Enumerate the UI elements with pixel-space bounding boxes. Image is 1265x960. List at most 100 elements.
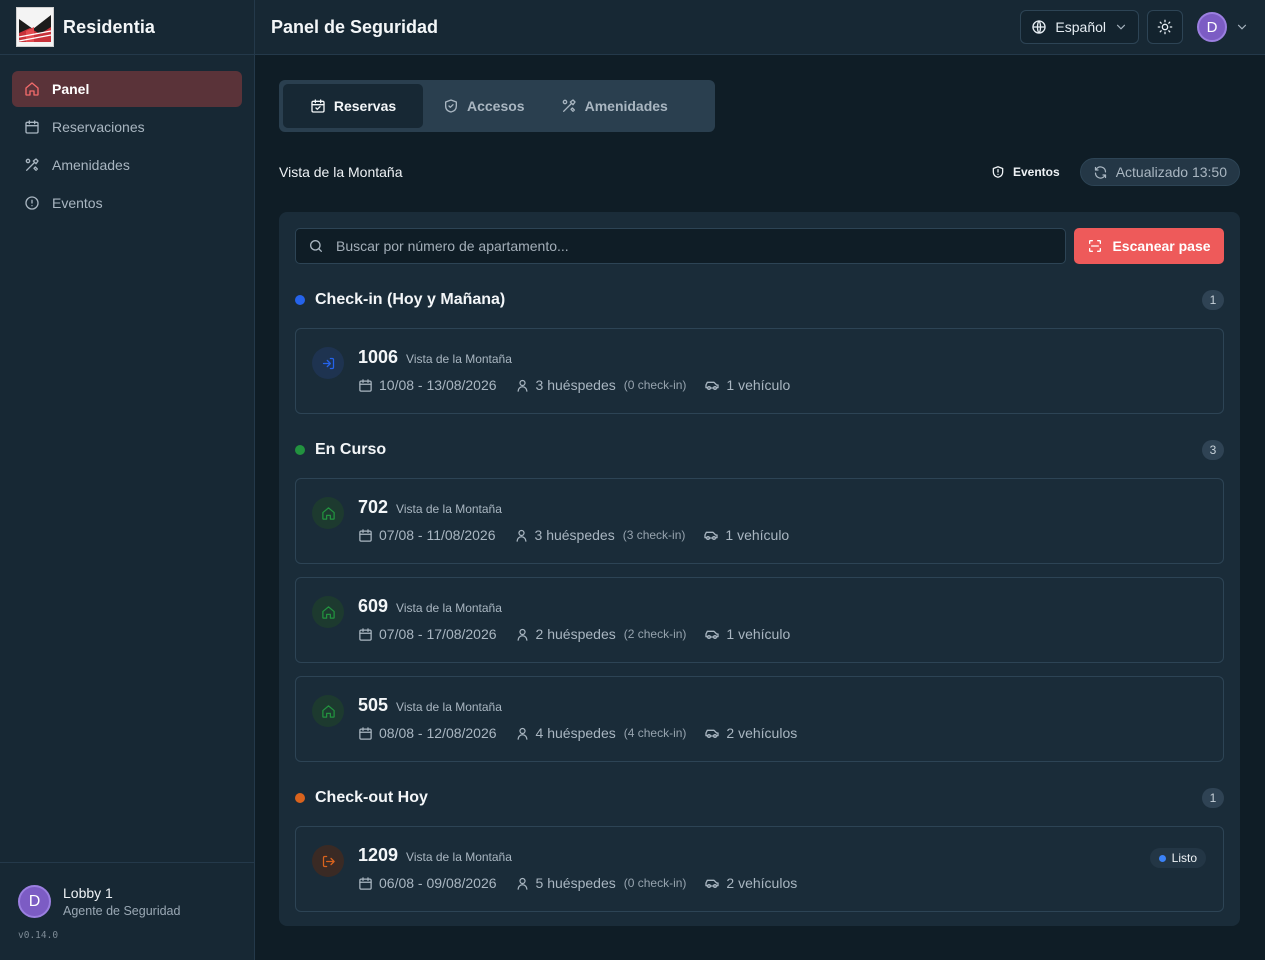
app-version: v0.14.0 (18, 930, 59, 941)
residentia-logo-icon (16, 7, 54, 47)
complex-name: Vista de la Montaña (396, 502, 502, 516)
home-icon (321, 605, 335, 619)
amenities-icon (562, 99, 576, 112)
reservation-card[interactable]: 1006 Vista de la Montaña 10/08 - 13/08/2… (295, 328, 1224, 414)
section-header: Check-out Hoy 1 (295, 786, 1224, 810)
scan-pass-button[interactable]: Escanear pase (1074, 228, 1224, 264)
stay-dates: 08/08 - 12/08/2026 (358, 725, 497, 741)
reservation-card[interactable]: 609 Vista de la Montaña 07/08 - 17/08/20… (295, 577, 1224, 663)
tab-amenidades[interactable]: Amenidades (545, 84, 684, 128)
calendar-icon (359, 378, 372, 392)
scan-icon (1089, 240, 1102, 252)
apartment-number: 1006 (358, 347, 399, 367)
section-status-dot (295, 793, 305, 803)
search-box[interactable] (295, 228, 1066, 264)
ready-status-label: Listo (1171, 851, 1197, 865)
reservation-section: Check-in (Hoy y Mañana) 1 1006 Vista de … (295, 288, 1224, 414)
section-count-badge: 1 (1202, 788, 1224, 808)
tab-reservas[interactable]: Reservas (283, 84, 423, 128)
language-select[interactable]: Español (1020, 10, 1139, 44)
sidebar-item-amenidades[interactable]: Amenidades (12, 147, 242, 183)
user-role: Agente de Seguridad (63, 904, 181, 918)
guests-text: 3 huéspedes (534, 527, 615, 543)
guest-count: 5 huéspedes (0 check-in) (515, 875, 686, 891)
section-status-dot (295, 445, 305, 455)
card-meta: 06/08 - 09/08/2026 5 huéspedes (0 check-… (358, 875, 1207, 891)
updated-label: Actualizado 13:50 (1115, 164, 1227, 180)
app-name: Residentia (63, 16, 156, 37)
user-icon (517, 628, 528, 641)
card-header: 702 Vista de la Montaña (358, 497, 1207, 521)
sidebar-item-panel[interactable]: Panel (12, 71, 242, 107)
chevron-down-icon (1237, 24, 1247, 30)
location-row: Vista de la Montaña Eventos Actualizado … (279, 158, 1240, 186)
section-cards: 1006 Vista de la Montaña 10/08 - 13/08/2… (295, 328, 1224, 414)
dates-text: 08/08 - 12/08/2026 (379, 725, 497, 741)
card-meta: 07/08 - 17/08/2026 2 huéspedes (2 check-… (358, 626, 1207, 642)
vehicles-text: 2 vehículos (726, 725, 798, 741)
calendar-icon (359, 876, 372, 890)
ready-status-badge: Listo (1149, 848, 1206, 868)
sidebar-item-eventos[interactable]: Eventos (12, 185, 242, 221)
reservation-card[interactable]: 505 Vista de la Montaña 08/08 - 12/08/20… (295, 676, 1224, 762)
refresh-button[interactable]: Actualizado 13:50 (1079, 158, 1240, 186)
brand[interactable]: Residentia (0, 0, 254, 55)
search-row: Escanear pase (295, 228, 1224, 264)
dates-text: 07/08 - 11/08/2026 (379, 527, 496, 543)
user-icon (517, 877, 528, 890)
sidebar-item-label: Panel (52, 81, 90, 97)
card-status-icon-wrap (312, 596, 344, 628)
sidebar-item-label: Amenidades (52, 157, 130, 173)
apartment-number: 702 (358, 497, 389, 517)
dates-text: 07/08 - 17/08/2026 (379, 626, 497, 642)
vehicles-text: 2 vehículos (726, 875, 798, 891)
complex-name: Vista de la Montaña (406, 850, 512, 864)
section-cards: 702 Vista de la Montaña 07/08 - 11/08/20… (295, 478, 1224, 762)
events-link[interactable]: Eventos (991, 165, 1060, 179)
calendar-icon (359, 726, 372, 740)
avatar: D (1197, 12, 1227, 42)
complex-name: Vista de la Montaña (396, 700, 502, 714)
reservation-card[interactable]: 702 Vista de la Montaña 07/08 - 11/08/20… (295, 478, 1224, 564)
alert-circle-icon (25, 196, 39, 210)
card-meta: 08/08 - 12/08/2026 4 huéspedes (4 check-… (358, 725, 1207, 741)
calendar-icon (359, 627, 372, 641)
home-icon (321, 704, 335, 718)
section-title: Check-in (Hoy y Mañana) (315, 291, 506, 308)
checkins-text: (3 check-in) (622, 528, 686, 542)
vehicles-text: 1 vehículo (725, 527, 790, 543)
guests-text: 5 huéspedes (535, 875, 616, 891)
reservation-card[interactable]: 1209 Vista de la Montaña 06/08 - 09/08/2… (295, 826, 1224, 912)
stay-dates: 07/08 - 11/08/2026 (358, 527, 496, 543)
user-menu[interactable]: D (1197, 12, 1249, 42)
content: Reservas Accesos Amenidades Vista de la … (255, 55, 1265, 960)
card-header: 609 Vista de la Montaña (358, 596, 1207, 620)
dates-text: 10/08 - 13/08/2026 (379, 377, 497, 393)
user-icon (517, 727, 528, 740)
page-title: Panel de Seguridad (271, 16, 439, 37)
language-label: Español (1055, 19, 1106, 35)
tab-accesos[interactable]: Accesos (427, 84, 541, 128)
tab-label: Reservas (333, 98, 397, 114)
card-status-icon-wrap (312, 347, 344, 379)
search-input[interactable] (336, 238, 1053, 254)
main: Panel de Seguridad Español D Reservas Ac… (255, 0, 1265, 960)
location-name: Vista de la Montaña (279, 164, 403, 180)
vehicle-count: 2 vehículos (704, 875, 797, 891)
card-header: 1209 Vista de la Montaña (358, 845, 1207, 869)
home-icon (321, 506, 335, 520)
home-icon (25, 82, 39, 96)
card-status-icon-wrap (312, 497, 344, 529)
events-label: Eventos (1013, 165, 1060, 179)
sidebar-user[interactable]: D Lobby 1 Agente de Seguridad (18, 885, 236, 918)
guests-text: 2 huéspedes (535, 626, 616, 642)
sidebar-item-label: Eventos (52, 195, 103, 211)
amenities-icon (25, 158, 39, 171)
theme-toggle-button[interactable] (1147, 10, 1183, 44)
car-icon (705, 729, 720, 738)
vehicle-count: 1 vehículo (704, 626, 790, 642)
sidebar-item-reservaciones[interactable]: Reservaciones (12, 109, 242, 145)
vehicles-text: 1 vehículo (726, 377, 791, 393)
sidebar-nav: Panel Reservaciones Amenidades Eventos (0, 55, 254, 237)
section-count-badge: 1 (1202, 290, 1224, 310)
